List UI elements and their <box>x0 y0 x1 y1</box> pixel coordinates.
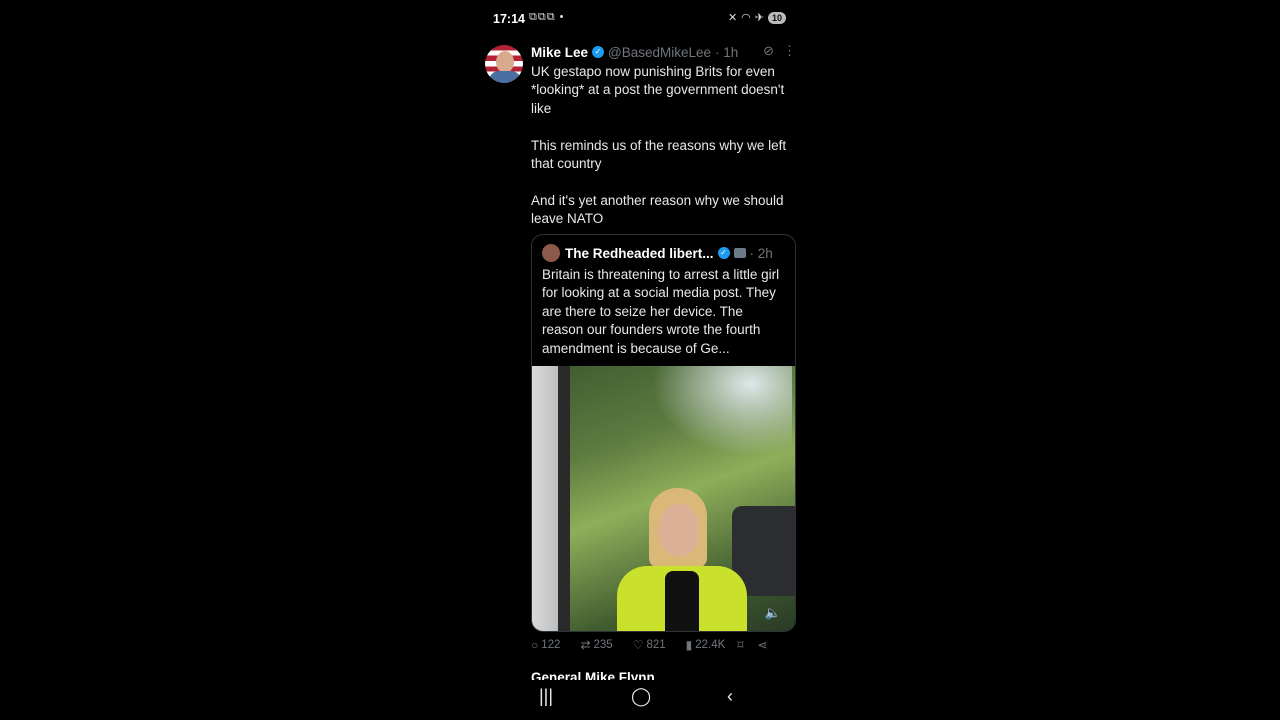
reply-button[interactable]: ○ 122 <box>531 638 560 652</box>
share-icon[interactable]: ⋖ <box>757 638 767 652</box>
recents-icon[interactable]: ||| <box>539 686 553 707</box>
quote-header: The Redheaded libert... ✓ · 2h <box>542 244 792 262</box>
views-button[interactable]: ▮ 22.4K <box>686 638 726 652</box>
author-handle[interactable]: @BasedMikeLee <box>608 45 711 60</box>
heart-icon: ♡ <box>632 638 644 652</box>
next-tweet[interactable]: General Mike Flynn <box>478 668 802 680</box>
phone-screen: 17:14 ⧉⧉⧉ • ✕ ◠ ✈ 10 Mike Lee ✓ @BasedMi… <box>478 0 802 720</box>
quote-avatar <box>542 244 560 262</box>
more-options-icon[interactable]: ⋮ <box>783 43 796 59</box>
quote-author-name: The Redheaded libert... <box>565 245 714 261</box>
views-icon: ▮ <box>685 638 693 652</box>
notification-icons: ⧉⧉⧉ • <box>529 11 565 23</box>
tweet-paragraph: This reminds us of the reasons why we le… <box>531 137 787 172</box>
view-count: 22.4K <box>695 639 726 651</box>
tweet-body: UK gestapo now punishing Brits for even … <box>531 63 796 247</box>
reply-count: 122 <box>541 639 561 651</box>
tweet-paragraph: And it's yet another reason why we shoul… <box>531 192 784 227</box>
tweet-header: Mike Lee ✓ @BasedMikeLee · 1h ⊘ ⋮ <box>531 43 796 61</box>
avatar[interactable] <box>485 45 523 83</box>
repost-count: 235 <box>593 639 613 651</box>
verified-badge-icon: ✓ <box>592 46 605 58</box>
author-name[interactable]: Mike Lee <box>531 45 588 60</box>
quote-text: Britain is threatening to arrest a littl… <box>542 267 780 356</box>
wifi-icon: ◠ <box>741 12 751 24</box>
next-author-name: General Mike Flynn <box>531 670 655 680</box>
status-right: ✕ ◠ ✈ 10 <box>728 11 786 24</box>
android-nav-bar: ||| ◯ ‹ <box>478 680 802 720</box>
quoted-tweet[interactable]: The Redheaded libert... ✓ · 2h Britain i… <box>531 234 796 632</box>
tweet-actions: ○ 122 ⇄ 235 ♡ 821 ▮ 22.4K ⌑ ⋖ <box>531 638 796 652</box>
status-time: 17:14 <box>493 12 525 26</box>
like-count: 821 <box>646 639 666 651</box>
home-icon[interactable]: ◯ <box>631 686 651 707</box>
tweet-paragraph: UK gestapo now punishing Brits for even … <box>531 64 785 116</box>
repost-icon: ⇄ <box>580 638 591 652</box>
airplane-icon: ✈ <box>754 12 764 24</box>
battery-indicator: 10 <box>767 11 786 24</box>
repost-button[interactable]: ⇄ 235 <box>580 638 612 652</box>
affiliate-badge-icon <box>733 248 746 258</box>
grok-icon[interactable]: ⊘ <box>763 43 774 59</box>
volume-icon[interactable]: 🔈 <box>765 605 781 621</box>
reply-icon: ○ <box>531 638 539 652</box>
mute-status-icon: ✕ <box>727 12 738 24</box>
back-icon[interactable]: ‹ <box>727 686 733 707</box>
quote-time: · 2h <box>749 245 773 261</box>
status-bar: 17:14 ⧉⧉⧉ • ✕ ◠ ✈ 10 <box>478 0 802 38</box>
video-thumbnail[interactable]: 🔈 <box>532 366 795 631</box>
tweet-time: · 1h <box>715 44 739 60</box>
like-button[interactable]: ♡ 821 <box>633 638 666 652</box>
bookmark-icon[interactable]: ⌑ <box>737 638 743 652</box>
verified-badge-icon: ✓ <box>717 247 730 259</box>
